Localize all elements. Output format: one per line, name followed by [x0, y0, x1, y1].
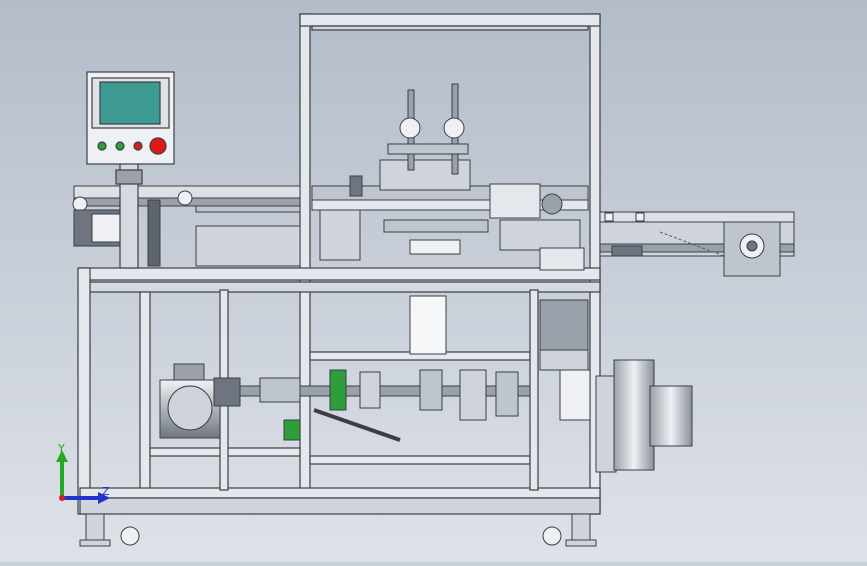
lower-frame-left-post	[77, 267, 91, 515]
upper-frame-left-post	[299, 13, 311, 495]
lower-frame-bottom-beam	[79, 487, 601, 499]
lower-frame-top-beam	[79, 267, 601, 281]
indicator-light-green-1	[97, 141, 107, 151]
label-reel-left	[399, 117, 421, 139]
label-reel-right	[443, 117, 465, 139]
cad-viewport[interactable]: Y Z	[0, 0, 867, 562]
indicator-light-red	[133, 141, 143, 151]
triad-z-label: Z	[102, 485, 110, 498]
white-block	[409, 295, 447, 355]
upper-frame-top-beam	[299, 13, 601, 27]
triad-origin	[59, 495, 65, 501]
hmi-screen	[99, 81, 161, 125]
caster-left	[120, 526, 140, 546]
triad-y-label: Y	[57, 442, 65, 455]
emergency-stop-button	[149, 137, 167, 155]
indicator-light-green-2	[115, 141, 125, 151]
caster-right	[542, 526, 562, 546]
machine-drawing: Y Z	[0, 0, 867, 562]
blower-fan	[613, 359, 655, 471]
